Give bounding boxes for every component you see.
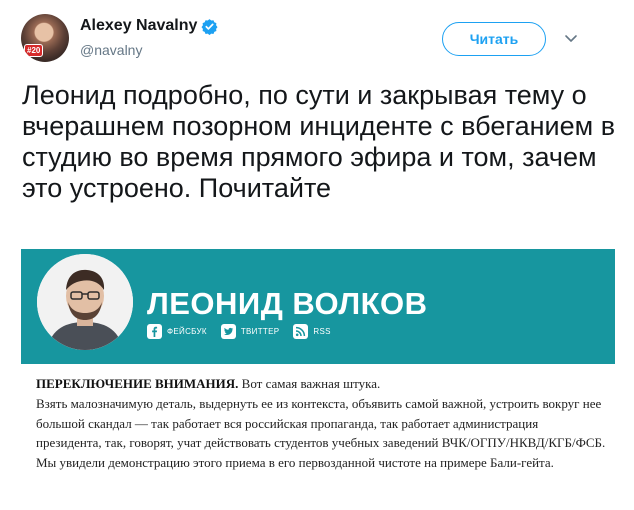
social-link-rss[interactable]: RSS xyxy=(293,324,330,339)
user-handle[interactable]: @navalny xyxy=(80,42,142,58)
twitter-icon xyxy=(220,324,236,339)
avatar[interactable]: #20 xyxy=(21,14,69,62)
rss-icon xyxy=(293,324,309,339)
social-link-twitter[interactable]: ТВИТТЕР xyxy=(220,324,280,339)
verified-badge-icon xyxy=(201,18,218,35)
avatar-badge: #20 xyxy=(24,44,44,57)
author-photo xyxy=(37,254,133,350)
chevron-down-icon[interactable] xyxy=(563,32,579,46)
social-label-facebook: ФЕЙСБУК xyxy=(167,327,207,336)
social-links: ФЕЙСБУК ТВИТТЕР RSS xyxy=(147,324,345,339)
card-title: ЛЕОНИД ВОЛКОВ xyxy=(147,286,428,321)
facebook-icon xyxy=(147,324,162,339)
card-body-heading: ПЕРЕКЛЮЧЕНИЕ ВНИМАНИЯ. xyxy=(36,376,239,391)
card-body-text[interactable]: ПЕРЕКЛЮЧЕНИЕ ВНИМАНИЯ. Вот самая важная … xyxy=(36,374,606,473)
social-label-twitter: ТВИТТЕР xyxy=(240,327,280,336)
card-body-lead: Вот самая важная штука. xyxy=(238,376,381,391)
follow-button[interactable]: Читать xyxy=(442,22,546,56)
link-card-header[interactable]: ЛЕОНИД ВОЛКОВ ФЕЙСБУК ТВИТТЕР RSS xyxy=(21,249,615,364)
display-name[interactable]: Alexey Navalny xyxy=(80,17,197,35)
social-link-facebook[interactable]: ФЕЙСБУК xyxy=(147,324,207,339)
author-name-row: Alexey Navalny xyxy=(80,17,218,35)
person-portrait-icon xyxy=(37,254,133,350)
tweet-text: Леонид подробно, по сути и закрывая тему… xyxy=(22,80,616,203)
social-label-rss: RSS xyxy=(313,327,331,336)
card-body-paragraph: Взять малозначимую деталь, выдернуть ее … xyxy=(36,395,606,471)
